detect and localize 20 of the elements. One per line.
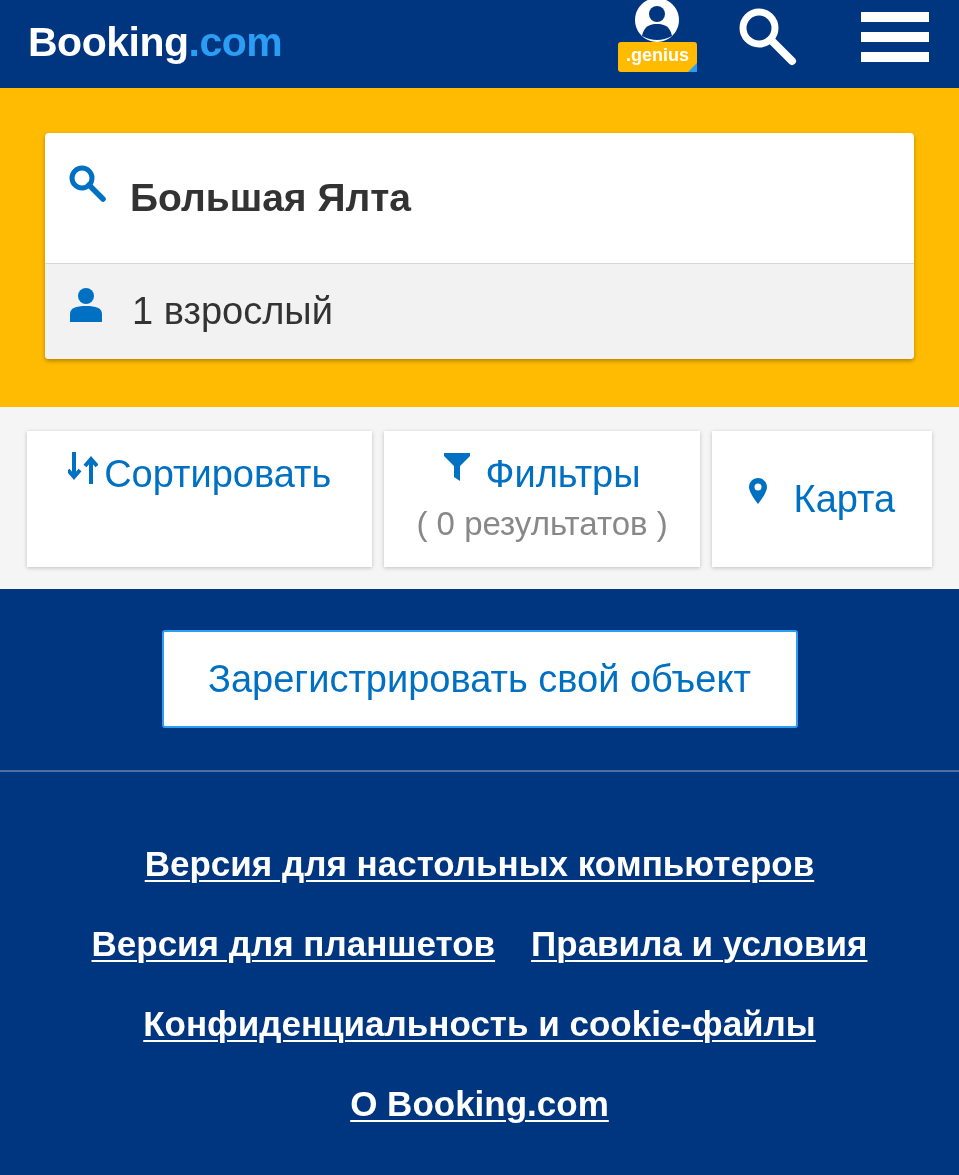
footer-link[interactable]: Конфиденциальность и cookie-файлы: [143, 1004, 816, 1044]
sort-button[interactable]: Сортировать: [27, 431, 373, 567]
funnel-icon: [443, 453, 470, 481]
search-icon: [68, 164, 106, 202]
filter-button[interactable]: Фильтры ( 0 результатов ): [384, 431, 700, 567]
search-icon[interactable]: [737, 6, 797, 66]
person-icon: [70, 287, 102, 322]
footer-link[interactable]: Версия для планшетов: [91, 924, 496, 964]
logo[interactable]: Booking.com: [28, 21, 283, 63]
menu-icon[interactable]: [861, 12, 929, 62]
footer-link[interactable]: О Booking.com: [350, 1084, 609, 1124]
footer-link[interactable]: Версия для настольных компьютеров: [144, 844, 815, 884]
genius-badge: .genius: [618, 42, 697, 72]
pin-icon: [748, 478, 767, 504]
sort-arrows-icon: [68, 452, 99, 484]
register-property-button[interactable]: Зарегистрировать свой объект: [161, 630, 798, 728]
map-button[interactable]: Карта: [711, 431, 932, 567]
guests-field[interactable]: 1 взрослый: [45, 264, 914, 359]
avatar-icon[interactable]: [633, 0, 682, 42]
footer-link[interactable]: Правила и условия: [531, 924, 868, 964]
